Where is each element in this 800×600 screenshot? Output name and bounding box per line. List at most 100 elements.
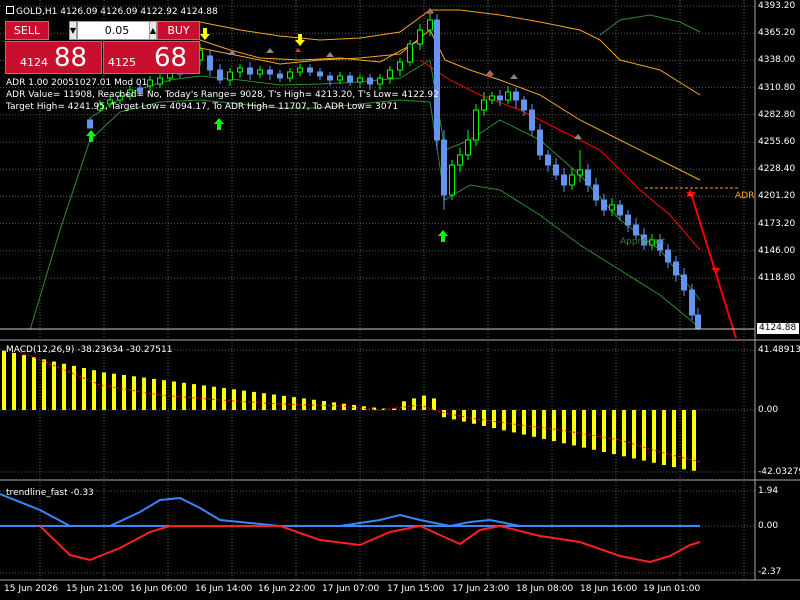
macd-histogram — [2, 350, 701, 471]
candle-body — [227, 71, 233, 81]
macd-bar — [192, 384, 196, 410]
time-axis-label: 19 Jun 01:00 — [643, 584, 701, 594]
macd-bar — [642, 410, 646, 461]
trendline-fast-blue — [0, 493, 700, 528]
time-axis-label: 17 Jun 23:00 — [452, 584, 510, 594]
sell-price-box[interactable]: 4124 88 — [5, 41, 102, 74]
time-axis-label: 18 Jun 16:00 — [580, 584, 638, 594]
candle-body — [625, 214, 631, 226]
candle-body — [681, 274, 687, 291]
adr-level-label: ADR — [735, 191, 755, 201]
candle-body — [665, 249, 671, 263]
candle-body — [427, 19, 433, 31]
candle-body — [417, 29, 423, 45]
trendline-lines — [0, 493, 701, 564]
candle-body — [287, 71, 293, 79]
macd-bar — [472, 410, 476, 424]
macd-bar — [52, 361, 56, 410]
candle-body — [473, 109, 479, 141]
macd-bar — [562, 410, 566, 444]
candle-body — [217, 69, 223, 81]
sell-button[interactable]: SELL — [5, 21, 49, 40]
time-axis-label: 15 Jun 2026 — [4, 584, 59, 594]
candle-body — [317, 71, 323, 77]
macd-bar — [282, 395, 286, 410]
buy-price-box[interactable]: 4125 68 — [103, 41, 200, 74]
price-axis-label: 4201.20 — [758, 191, 796, 202]
sell-arrow-icon — [295, 34, 305, 46]
macd-bar — [662, 410, 666, 465]
marker-icon — [266, 48, 274, 53]
candle-body — [407, 43, 413, 63]
macd-bar — [82, 368, 86, 410]
candle-body — [397, 61, 403, 71]
candle-body — [457, 154, 463, 166]
outer-green — [599, 14, 701, 36]
price-axis-label: 4365.20 — [758, 28, 796, 39]
candle-body — [327, 75, 333, 81]
time-axis-label: 15 Jun 21:00 — [66, 584, 124, 594]
candle-body — [577, 169, 583, 176]
price-axis-label: 4146.00 — [758, 245, 796, 256]
macd-bar — [42, 359, 46, 410]
candle-body — [337, 75, 343, 81]
macd-bar — [112, 373, 116, 410]
candle-body — [585, 169, 591, 186]
candle-body — [441, 139, 447, 196]
macd-bar — [592, 410, 596, 450]
macd-bar — [252, 391, 256, 410]
volume-down-button[interactable]: ▼ — [69, 21, 77, 40]
macd-bar — [72, 365, 76, 410]
candle-body — [545, 154, 551, 166]
sell-price-small: 4124 — [20, 56, 48, 69]
marker-icon — [510, 74, 518, 79]
macd-bar — [512, 410, 516, 433]
candle-body — [553, 164, 559, 176]
candle-body — [465, 139, 471, 156]
macd-bar — [672, 410, 676, 468]
price-axis-label: 4310.80 — [758, 82, 796, 93]
appnstart-label: AppnStart — [620, 237, 666, 247]
time-axis-label: 16 Jun 14:00 — [195, 584, 253, 594]
macd-axis-top: 41.48913 — [758, 345, 800, 355]
macd-axis-zero: 0.00 — [758, 405, 779, 415]
lower-band — [29, 99, 701, 331]
macd-bar — [442, 410, 446, 418]
volume-up-button[interactable]: ▲ — [149, 21, 157, 40]
macd-bar — [102, 372, 106, 410]
candle-body — [537, 129, 543, 156]
macd-bar — [212, 386, 216, 410]
candle-body — [633, 224, 639, 236]
candle-body — [307, 67, 313, 73]
price-axis-label: 4338.00 — [758, 55, 796, 66]
macd-bar — [182, 382, 186, 410]
candle-body — [377, 77, 383, 85]
trend-axis-top: 1.94 — [758, 486, 779, 496]
macd-bar — [262, 393, 266, 410]
volume-input[interactable]: 0.05 — [77, 21, 157, 40]
symbol-info: GOLD,H1 4126.09 4126.09 4122.92 4124.88 — [6, 6, 218, 17]
projection-mid-icon — [711, 268, 721, 273]
candle-body — [529, 109, 535, 131]
macd-bar — [242, 390, 246, 410]
candle-body — [505, 91, 511, 101]
macd-bar — [412, 398, 416, 410]
macd-bar — [422, 395, 426, 410]
macd-bar — [492, 410, 496, 429]
marker-icon — [574, 134, 582, 139]
trend-axis-bottom: -2.37 — [758, 567, 782, 577]
macd-bar — [482, 410, 486, 426]
upper-band-outer — [199, 9, 701, 96]
candle-body — [449, 164, 455, 196]
buy-button[interactable]: BUY — [157, 21, 200, 40]
macd-bar — [622, 410, 626, 457]
marker-icon — [326, 52, 334, 57]
macd-bar — [542, 410, 546, 439]
time-axis-label: 18 Jun 08:00 — [516, 584, 574, 594]
candle-body — [617, 204, 623, 216]
macd-bar — [632, 410, 636, 459]
macd-bar — [502, 410, 506, 431]
macd-bar — [232, 389, 236, 410]
candle-body — [147, 79, 153, 87]
adr-line-1: ADR 1.00 20051027.01 Mod 01 — [6, 78, 148, 88]
